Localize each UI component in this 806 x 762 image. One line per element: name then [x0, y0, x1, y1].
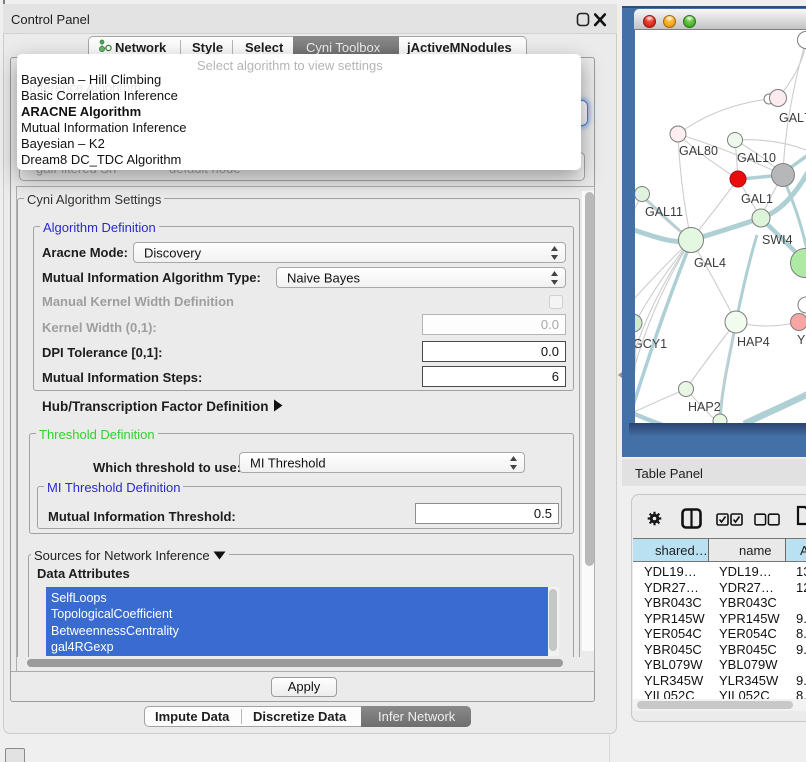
svg-text:GAL7: GAL7	[779, 111, 806, 125]
svg-text:SWI4: SWI4	[762, 233, 793, 247]
svg-text:GAL4: GAL4	[694, 256, 726, 270]
svg-text:GAL80: GAL80	[679, 144, 718, 158]
svg-text:GAL1: GAL1	[741, 192, 773, 206]
svg-text:HAP4: HAP4	[737, 335, 770, 349]
svg-text:GAL10: GAL10	[737, 151, 776, 165]
svg-text:GCY1: GCY1	[635, 337, 667, 351]
svg-text:HAP2: HAP2	[688, 400, 721, 414]
svg-text:YM: YM	[797, 333, 806, 347]
svg-text:GAL11: GAL11	[645, 205, 683, 219]
